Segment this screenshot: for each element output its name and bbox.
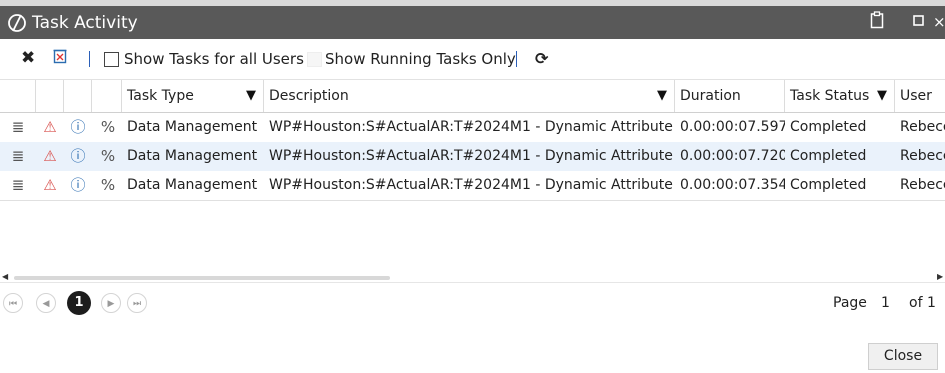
column-label: Description — [269, 88, 349, 104]
duration-cell: 0.00:00:07.354 — [680, 177, 785, 193]
horizontal-scrollbar[interactable]: ◀ ▶ — [0, 272, 945, 281]
user-cell: Rebecca — [900, 148, 945, 164]
filter-icon[interactable]: ▼ — [657, 80, 667, 112]
task-type-cell: Data Management — [127, 119, 258, 135]
show-all-users-label[interactable]: Show Tasks for all Users — [124, 48, 304, 70]
delete-x-icon[interactable]: ✖ — [21, 47, 35, 69]
pager: ⏮ ◀ 1 ▶ ⏭ Page 1 of 1 — [0, 282, 945, 323]
task-type-cell: Data Management — [127, 177, 258, 193]
percent-icon[interactable]: % — [94, 142, 122, 171]
grid-header: Task Type ▼ Description ▼ Duration Task … — [0, 80, 945, 113]
maximize-icon[interactable] — [913, 11, 925, 35]
task-status-cell: Completed — [790, 119, 867, 135]
duration-cell: 0.00:00:07.720 — [680, 148, 785, 164]
description-cell: WP#Houston:S#ActualAR:T#2024M1 - Dynamic… — [269, 119, 675, 135]
column-header-task-status[interactable]: Task Status ▼ — [785, 80, 895, 112]
user-cell: Rebecca — [900, 177, 945, 193]
clipboard-icon[interactable] — [870, 11, 884, 35]
info-icon[interactable]: ⓘ — [64, 171, 92, 200]
show-all-users-checkbox[interactable] — [104, 52, 119, 67]
column-header-user[interactable]: User — [895, 80, 945, 112]
warning-icon[interactable]: ⚠ — [36, 113, 64, 142]
column-label: Task Type — [127, 88, 194, 104]
column-label: Task Status — [790, 88, 870, 104]
page-count: of 1 — [909, 295, 936, 311]
percent-icon[interactable]: % — [94, 113, 122, 142]
scroll-right-icon[interactable]: ▶ — [937, 272, 943, 281]
scroll-left-icon[interactable]: ◀ — [2, 272, 8, 281]
filter-icon[interactable]: ▼ — [877, 80, 887, 112]
show-running-label[interactable]: Show Running Tasks Only — [325, 48, 516, 70]
close-button[interactable]: Close — [868, 343, 938, 370]
table-row[interactable]: ≣ ⚠ ⓘ % Data Management WP#Houston:S#Act… — [0, 171, 945, 200]
column-header-progress — [92, 80, 122, 112]
column-header-description[interactable]: Description ▼ — [264, 80, 675, 112]
close-icon[interactable]: × — [933, 11, 945, 33]
table-row[interactable]: ≣ ⚠ ⓘ % Data Management WP#Houston:S#Act… — [0, 113, 945, 142]
column-header-details — [0, 80, 36, 112]
previous-page-icon[interactable]: ◀ — [36, 293, 56, 313]
info-icon[interactable]: ⓘ — [64, 113, 92, 142]
toolbar-separator — [516, 51, 517, 67]
window-title: Task Activity — [32, 13, 138, 33]
title-bar[interactable]: Task Activity × — [0, 6, 945, 39]
first-page-icon[interactable]: ⏮ — [3, 293, 23, 313]
task-activity-icon — [8, 14, 26, 32]
filter-icon[interactable]: ▼ — [246, 80, 256, 112]
page-input[interactable]: 1 — [881, 293, 890, 313]
column-header-duration[interactable]: Duration — [675, 80, 785, 112]
warning-icon[interactable]: ⚠ — [36, 142, 64, 171]
percent-icon[interactable]: % — [94, 171, 122, 200]
column-label: Duration — [680, 88, 741, 104]
column-header-task-type[interactable]: Task Type ▼ — [122, 80, 264, 112]
next-page-icon[interactable]: ▶ — [101, 293, 121, 313]
table-row[interactable]: ≣ ⚠ ⓘ % Data Management WP#Houston:S#Act… — [0, 142, 945, 171]
details-icon[interactable]: ≣ — [4, 142, 32, 171]
duration-cell: 0.00:00:07.597 — [680, 119, 785, 135]
user-cell: Rebecca — [900, 119, 945, 135]
task-type-cell: Data Management — [127, 148, 258, 164]
details-icon[interactable]: ≣ — [4, 113, 32, 142]
show-running-checkbox[interactable] — [307, 52, 322, 67]
page-label: Page — [833, 295, 867, 311]
clear-list-icon[interactable] — [53, 48, 67, 70]
page-number-button[interactable]: 1 — [67, 291, 91, 315]
warning-icon[interactable]: ⚠ — [36, 171, 64, 200]
refresh-icon[interactable]: ⟳ — [535, 48, 548, 70]
column-header-info — [64, 80, 92, 112]
column-header-warning — [36, 80, 64, 112]
toolbar-separator — [89, 51, 90, 67]
details-icon[interactable]: ≣ — [4, 171, 32, 200]
last-page-icon[interactable]: ⏭ — [127, 293, 147, 313]
description-cell: WP#Houston:S#ActualAR:T#2024M1 - Dynamic… — [269, 177, 675, 193]
column-label: User — [900, 88, 932, 104]
task-status-cell: Completed — [790, 148, 867, 164]
toolbar: ✖ Show Tasks for all Users Show Running … — [0, 39, 945, 80]
row-divider — [0, 200, 945, 201]
scrollbar-thumb[interactable] — [14, 276, 390, 280]
task-status-cell: Completed — [790, 177, 867, 193]
info-icon[interactable]: ⓘ — [64, 142, 92, 171]
description-cell: WP#Houston:S#ActualAR:T#2024M1 - Dynamic… — [269, 148, 675, 164]
